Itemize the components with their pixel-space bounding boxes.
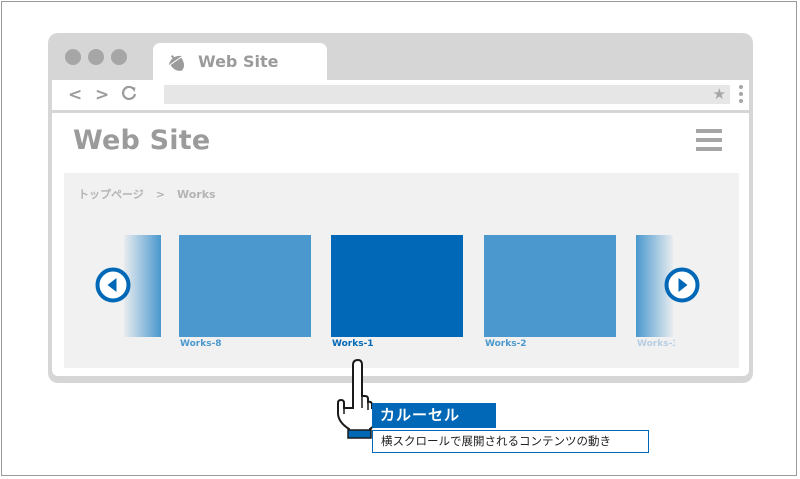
site-title: Web Site <box>73 125 211 156</box>
arrow-left-icon <box>95 267 131 303</box>
menu-kebab-icon[interactable] <box>739 85 743 106</box>
browser-tab[interactable]: Web Site <box>153 43 327 80</box>
carousel-item-label: Works-2 <box>485 339 527 349</box>
reload-button[interactable] <box>120 84 138 108</box>
forward-button[interactable]: > <box>95 84 109 106</box>
carousel-prev-button[interactable] <box>95 267 131 303</box>
page-content: Web Site トップページ > Works Works-8 Works-1 Wo… <box>52 113 749 376</box>
acorn-icon <box>166 53 188 77</box>
carousel-item-label: Works-8 <box>180 339 222 349</box>
carousel-item-works-2[interactable] <box>484 235 616 337</box>
breadcrumb-separator: > <box>155 188 165 201</box>
annotation-title: カルーセル <box>372 403 496 428</box>
arrow-right-icon <box>664 267 700 303</box>
window-maximize-dot[interactable] <box>111 49 127 65</box>
breadcrumb: トップページ > Works <box>78 186 216 202</box>
tab-title: Web Site <box>198 52 279 71</box>
annotation-description: 横スクロールで展開されるコンテンツの動き <box>372 430 649 453</box>
browser-window: Web Site < > ★ Web Site トップページ > Works Wor… <box>48 33 753 383</box>
window-minimize-dot[interactable] <box>88 49 104 65</box>
breadcrumb-home[interactable]: トップページ <box>78 188 144 201</box>
hamburger-menu-icon[interactable] <box>696 129 722 156</box>
carousel-item-works-8[interactable] <box>179 235 311 337</box>
browser-toolbar: < > ★ <box>52 80 749 110</box>
star-icon[interactable]: ★ <box>713 85 726 104</box>
reload-icon <box>122 85 137 101</box>
main-area: トップページ > Works Works-8 Works-1 Works-2 Wor… <box>64 173 739 368</box>
address-bar[interactable]: ★ <box>164 85 730 104</box>
back-button[interactable]: < <box>68 84 82 106</box>
carousel-next-button[interactable] <box>664 267 700 303</box>
carousel-item-works-1-active[interactable] <box>331 235 463 337</box>
carousel-item-label: Works-1 <box>332 339 374 349</box>
carousel-item-label-partial: Works-3 <box>637 339 675 349</box>
window-close-dot[interactable] <box>65 49 81 65</box>
breadcrumb-current: Works <box>177 188 216 201</box>
